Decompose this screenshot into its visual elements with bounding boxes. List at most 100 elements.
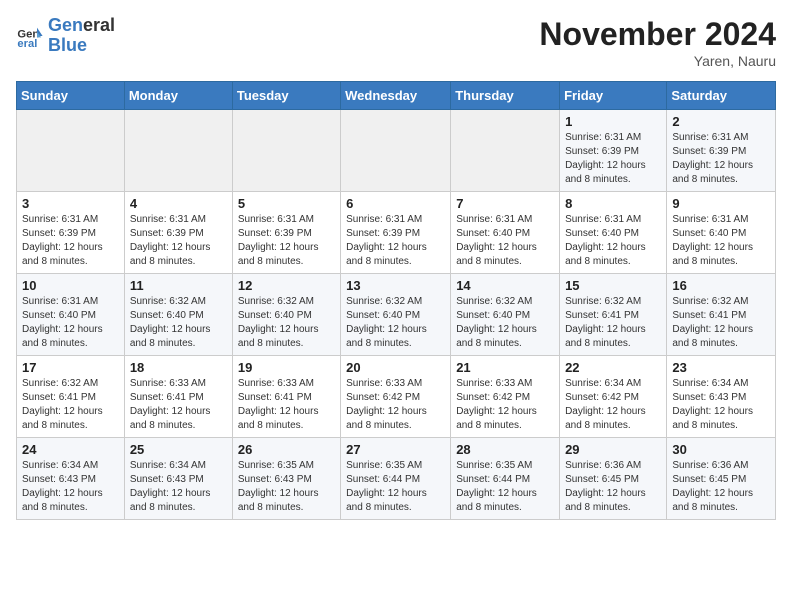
logo: Gen eral GeneralBlue	[16, 16, 115, 56]
weekday-header-sunday: Sunday	[17, 82, 125, 110]
day-number: 8	[565, 196, 661, 211]
calendar-table: SundayMondayTuesdayWednesdayThursdayFrid…	[16, 81, 776, 520]
weekday-header-friday: Friday	[560, 82, 667, 110]
calendar-cell: 27 Sunrise: 6:35 AM Sunset: 6:44 PM Dayli…	[341, 438, 451, 520]
day-number: 1	[565, 114, 661, 129]
calendar-week-4: 17 Sunrise: 6:32 AM Sunset: 6:41 PM Dayli…	[17, 356, 776, 438]
day-detail: Sunrise: 6:32 AM Sunset: 6:41 PM Dayligh…	[672, 295, 770, 351]
day-detail: Sunrise: 6:32 AM Sunset: 6:41 PM Dayligh…	[22, 377, 119, 433]
day-number: 16	[672, 278, 770, 293]
day-detail: Sunrise: 6:31 AM Sunset: 6:40 PM Dayligh…	[672, 213, 770, 269]
day-detail: Sunrise: 6:32 AM Sunset: 6:40 PM Dayligh…	[238, 295, 335, 351]
day-number: 15	[565, 278, 661, 293]
calendar-cell: 18 Sunrise: 6:33 AM Sunset: 6:41 PM Dayli…	[124, 356, 232, 438]
weekday-header-saturday: Saturday	[667, 82, 776, 110]
day-number: 29	[565, 442, 661, 457]
day-number: 28	[456, 442, 554, 457]
calendar-cell: 3 Sunrise: 6:31 AM Sunset: 6:39 PM Daylig…	[17, 192, 125, 274]
page-header: Gen eral GeneralBlue November 2024 Yaren…	[16, 16, 776, 69]
calendar-cell: 10Sunrise: 6:31 AM Sunset: 6:40 PM Dayli…	[17, 274, 125, 356]
day-detail: Sunrise: 6:32 AM Sunset: 6:40 PM Dayligh…	[346, 295, 445, 351]
svg-text:eral: eral	[17, 38, 37, 50]
calendar-week-3: 10Sunrise: 6:31 AM Sunset: 6:40 PM Dayli…	[17, 274, 776, 356]
calendar-cell	[341, 110, 451, 192]
calendar-cell: 23 Sunrise: 6:34 AM Sunset: 6:43 PM Dayli…	[667, 356, 776, 438]
day-number: 20	[346, 360, 445, 375]
day-number: 23	[672, 360, 770, 375]
calendar-cell: 12 Sunrise: 6:32 AM Sunset: 6:40 PM Dayli…	[232, 274, 340, 356]
day-number: 4	[130, 196, 227, 211]
calendar-cell: 8 Sunrise: 6:31 AM Sunset: 6:40 PM Daylig…	[560, 192, 667, 274]
day-number: 27	[346, 442, 445, 457]
calendar-cell	[124, 110, 232, 192]
day-detail: Sunrise: 6:33 AM Sunset: 6:42 PM Dayligh…	[456, 377, 554, 433]
calendar-cell: 26Sunrise: 6:35 AM Sunset: 6:43 PM Dayli…	[232, 438, 340, 520]
calendar-cell	[232, 110, 340, 192]
calendar-cell: 13 Sunrise: 6:32 AM Sunset: 6:40 PM Dayli…	[341, 274, 451, 356]
day-number: 26	[238, 442, 335, 457]
day-detail: Sunrise: 6:34 AM Sunset: 6:43 PM Dayligh…	[672, 377, 770, 433]
day-number: 2	[672, 114, 770, 129]
calendar-cell: 20 Sunrise: 6:33 AM Sunset: 6:42 PM Dayli…	[341, 356, 451, 438]
day-detail: Sunrise: 6:31 AM Sunset: 6:40 PM Dayligh…	[22, 295, 119, 351]
day-detail: Sunrise: 6:31 AM Sunset: 6:39 PM Dayligh…	[238, 213, 335, 269]
month-title: November 2024	[539, 16, 776, 53]
day-detail: Sunrise: 6:36 AM Sunset: 6:45 PM Dayligh…	[565, 459, 661, 515]
calendar-week-5: 24Sunrise: 6:34 AM Sunset: 6:43 PM Dayli…	[17, 438, 776, 520]
day-detail: Sunrise: 6:31 AM Sunset: 6:39 PM Dayligh…	[130, 213, 227, 269]
calendar-cell: 1Sunrise: 6:31 AM Sunset: 6:39 PM Daylig…	[560, 110, 667, 192]
day-number: 5	[238, 196, 335, 211]
day-number: 18	[130, 360, 227, 375]
day-detail: Sunrise: 6:33 AM Sunset: 6:41 PM Dayligh…	[130, 377, 227, 433]
calendar-cell: 29 Sunrise: 6:36 AM Sunset: 6:45 PM Dayli…	[560, 438, 667, 520]
calendar-cell: 7 Sunrise: 6:31 AM Sunset: 6:40 PM Daylig…	[451, 192, 560, 274]
day-number: 13	[346, 278, 445, 293]
calendar-cell: 14 Sunrise: 6:32 AM Sunset: 6:40 PM Dayli…	[451, 274, 560, 356]
day-detail: Sunrise: 6:32 AM Sunset: 6:40 PM Dayligh…	[130, 295, 227, 351]
calendar-cell: 16 Sunrise: 6:32 AM Sunset: 6:41 PM Dayli…	[667, 274, 776, 356]
day-detail: Sunrise: 6:34 AM Sunset: 6:43 PM Dayligh…	[130, 459, 227, 515]
calendar-cell: 17 Sunrise: 6:32 AM Sunset: 6:41 PM Dayli…	[17, 356, 125, 438]
day-detail: Sunrise: 6:33 AM Sunset: 6:42 PM Dayligh…	[346, 377, 445, 433]
calendar-header: SundayMondayTuesdayWednesdayThursdayFrid…	[17, 82, 776, 110]
calendar-cell: 22Sunrise: 6:34 AM Sunset: 6:42 PM Dayli…	[560, 356, 667, 438]
calendar-body: 1 Sunrise: 6:31 AM Sunset: 6:39 PM Daylig…	[17, 110, 776, 520]
weekday-header-tuesday: Tuesday	[232, 82, 340, 110]
calendar-cell: 2Sunrise: 6:31 AM Sunset: 6:39 PM Daylig…	[667, 110, 776, 192]
calendar-cell	[451, 110, 560, 192]
calendar-cell: 9 Sunrise: 6:31 AM Sunset: 6:40 PM Daylig…	[667, 192, 776, 274]
day-detail: Sunrise: 6:31 AM Sunset: 6:39 PM Dayligh…	[346, 213, 445, 269]
calendar-cell: 21 Sunrise: 6:33 AM Sunset: 6:42 PM Dayli…	[451, 356, 560, 438]
day-detail: Sunrise: 6:34 AM Sunset: 6:43 PM Dayligh…	[22, 459, 119, 515]
day-detail: Sunrise: 6:31 AM Sunset: 6:40 PM Dayligh…	[565, 213, 661, 269]
day-number: 14	[456, 278, 554, 293]
day-number: 3	[22, 196, 119, 211]
day-detail: Sunrise: 6:31 AM Sunset: 6:40 PM Dayligh…	[456, 213, 554, 269]
day-number: 17	[22, 360, 119, 375]
day-number: 30	[672, 442, 770, 457]
calendar-cell: 30 Sunrise: 6:36 AM Sunset: 6:45 PM Dayli…	[667, 438, 776, 520]
calendar-cell: 25Sunrise: 6:34 AM Sunset: 6:43 PM Dayli…	[124, 438, 232, 520]
day-number: 12	[238, 278, 335, 293]
calendar-cell: 19Sunrise: 6:33 AM Sunset: 6:41 PM Dayli…	[232, 356, 340, 438]
day-detail: Sunrise: 6:36 AM Sunset: 6:45 PM Dayligh…	[672, 459, 770, 515]
day-number: 7	[456, 196, 554, 211]
day-number: 9	[672, 196, 770, 211]
day-number: 21	[456, 360, 554, 375]
weekday-header-wednesday: Wednesday	[341, 82, 451, 110]
calendar-cell: 5 Sunrise: 6:31 AM Sunset: 6:39 PM Daylig…	[232, 192, 340, 274]
logo-icon: Gen eral	[16, 22, 44, 50]
title-block: November 2024 Yaren, Nauru	[539, 16, 776, 69]
calendar-week-1: 1Sunrise: 6:31 AM Sunset: 6:39 PM Daylig…	[17, 110, 776, 192]
day-number: 11	[130, 278, 227, 293]
day-detail: Sunrise: 6:35 AM Sunset: 6:44 PM Dayligh…	[346, 459, 445, 515]
weekday-header-monday: Monday	[124, 82, 232, 110]
day-detail: Sunrise: 6:31 AM Sunset: 6:39 PM Dayligh…	[22, 213, 119, 269]
day-detail: Sunrise: 6:32 AM Sunset: 6:40 PM Dayligh…	[456, 295, 554, 351]
day-detail: Sunrise: 6:34 AM Sunset: 6:42 PM Dayligh…	[565, 377, 661, 433]
day-detail: Sunrise: 6:35 AM Sunset: 6:44 PM Dayligh…	[456, 459, 554, 515]
weekday-header-thursday: Thursday	[451, 82, 560, 110]
day-detail: Sunrise: 6:33 AM Sunset: 6:41 PM Dayligh…	[238, 377, 335, 433]
calendar-cell: 28 Sunrise: 6:35 AM Sunset: 6:44 PM Dayli…	[451, 438, 560, 520]
logo-text: GeneralBlue	[48, 16, 115, 56]
